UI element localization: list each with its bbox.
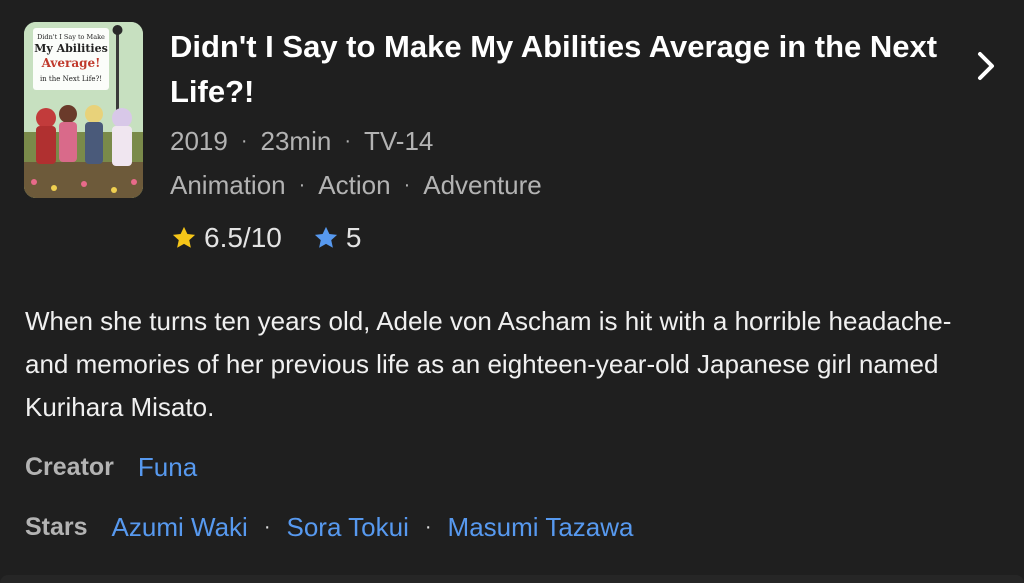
star-link-sora-tokui[interactable]: Sora Tokui	[287, 512, 409, 543]
separator-dot: ·	[403, 174, 411, 196]
separator-dot: ·	[298, 174, 306, 196]
poster-title-line-2: My Abilities	[34, 42, 108, 55]
chevron-right-icon[interactable]	[968, 48, 1004, 84]
user-rating[interactable]: 5	[346, 222, 362, 254]
creator-link[interactable]: Funa	[138, 452, 197, 483]
genre-action: Action	[318, 170, 391, 200]
genre-animation: Animation	[170, 170, 286, 200]
poster-title-line-3: Average!	[41, 56, 101, 70]
rating-row: 6.5/10 5	[170, 222, 361, 254]
stars-row: Stars Azumi Waki · Sora Tokui · Masumi T…	[25, 512, 633, 543]
synopsis-text: When she turns ten years old, Adele von …	[25, 306, 952, 422]
genre-adventure: Adventure	[423, 170, 542, 200]
title-detail-card: Didn't I Say to Make My Abilities Averag…	[0, 0, 1024, 583]
creator-row: Creator Funa	[25, 452, 197, 483]
poster-title-line-1: Didn't I Say to Make	[37, 33, 105, 41]
bottom-sheet-edge	[0, 575, 1024, 583]
star-link-masumi-tazawa[interactable]: Masumi Tazawa	[448, 512, 634, 543]
title-heading: Didn't I Say to Make My Abilities Averag…	[170, 29, 938, 109]
runtime: 23min	[260, 126, 332, 156]
separator-dot: ·	[263, 516, 271, 538]
creator-label: Creator	[25, 453, 114, 481]
separator-dot: ·	[424, 516, 432, 538]
poster-title-line-4: in the Next Life?!	[40, 75, 102, 83]
imdb-rating: 6.5/10	[204, 222, 282, 253]
content-rating: TV-14	[364, 126, 434, 156]
star-filled-icon	[170, 224, 198, 252]
separator-dot: ·	[344, 130, 352, 152]
stars-label: Stars	[25, 513, 88, 541]
release-year: 2019	[170, 126, 228, 156]
star-link-azumi-waki[interactable]: Azumi Waki	[112, 512, 248, 543]
star-filled-icon[interactable]	[312, 224, 340, 252]
poster-image[interactable]: Didn't I Say to Make My Abilities Averag…	[24, 22, 143, 198]
meta-row: 2019 · 23min · TV-14	[170, 126, 433, 157]
genre-row: Animation · Action · Adventure	[170, 170, 542, 201]
separator-dot: ·	[240, 130, 248, 152]
